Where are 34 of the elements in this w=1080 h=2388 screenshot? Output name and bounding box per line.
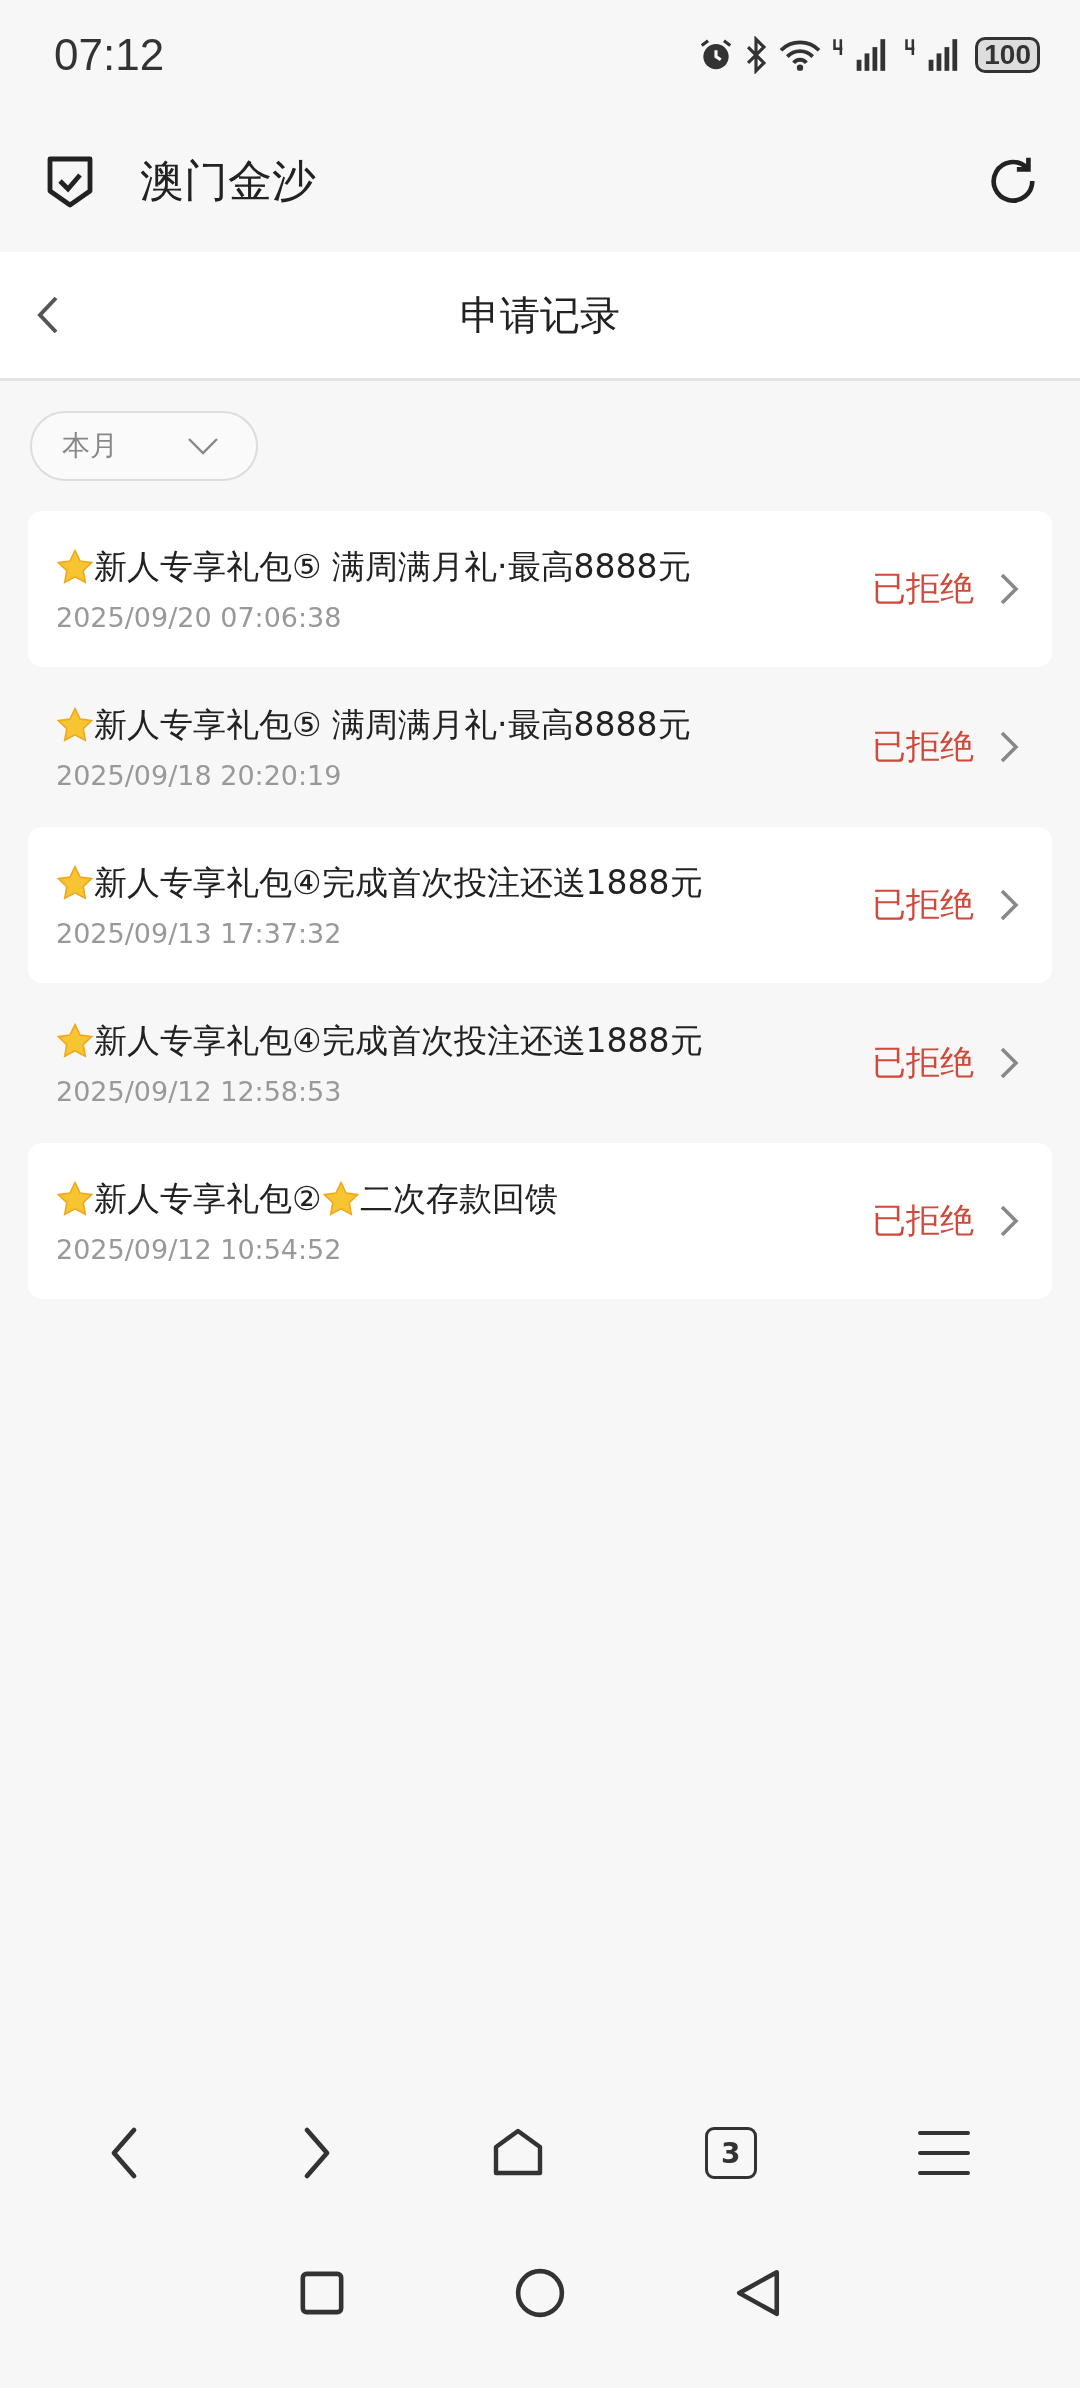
record-title: 新人专享礼包⑤ 满周满月礼·最高8888元 — [94, 546, 691, 588]
status-label: 已拒绝 — [872, 883, 974, 926]
recents-icon[interactable] — [299, 2270, 345, 2316]
chevron-down-icon — [186, 436, 220, 456]
record-time: 2025/09/20 07:06:38 — [56, 602, 343, 633]
battery-indicator: 100 — [975, 37, 1040, 73]
record-title: 二次存款回馈 — [359, 1178, 558, 1220]
record-card[interactable]: 新人专享礼包④完成首次投注还送1888元 2025/09/13 17:37:32 已拒绝 — [28, 827, 1052, 983]
status-label: 已拒绝 — [872, 1041, 974, 1084]
tab-count-button[interactable]: 3 — [704, 2127, 757, 2179]
record-card[interactable]: 新人专享礼包② 二次存款回馈 2025/09/12 10:54:52 已拒绝 — [28, 1143, 1052, 1299]
back-icon[interactable] — [735, 2268, 781, 2318]
record-title: 新人专享礼包④完成首次投注还送1888元 — [94, 1020, 703, 1062]
record-title: 新人专享礼包② — [94, 1178, 322, 1220]
status-label: 已拒绝 — [872, 1199, 974, 1242]
record-title: 新人专享礼包⑤ 满周满月礼·最高8888元 — [94, 704, 691, 746]
site-title: 澳门金沙 — [140, 153, 317, 208]
record-time: 2025/09/12 12:58:53 — [56, 1076, 343, 1107]
record-title: 新人专享礼包④完成首次投注还送1888元 — [94, 862, 703, 904]
record-card[interactable]: 新人专享礼包⑤ 满周满月礼·最高8888元 2025/09/20 07:06:38 已拒绝 — [28, 511, 1052, 667]
status-label: 已拒绝 — [872, 567, 974, 610]
record-time: 2025/09/13 17:37:32 — [56, 918, 343, 949]
status-time: 07:12 — [54, 30, 165, 80]
record-time: 2025/09/12 10:54:52 — [56, 1234, 343, 1265]
menu-icon[interactable] — [917, 2129, 970, 2177]
chevron-right-icon[interactable] — [998, 1045, 1020, 1081]
chevron-right-icon[interactable] — [998, 1203, 1020, 1239]
chevron-right-icon[interactable] — [998, 729, 1020, 765]
home-icon[interactable] — [515, 2268, 565, 2318]
status-label: 已拒绝 — [872, 725, 974, 768]
record-time: 2025/09/18 20:20:19 — [56, 760, 343, 791]
chevron-right-icon[interactable] — [998, 571, 1020, 607]
page-title: 申请记录 — [460, 290, 620, 340]
chevron-right-icon[interactable] — [998, 887, 1020, 923]
